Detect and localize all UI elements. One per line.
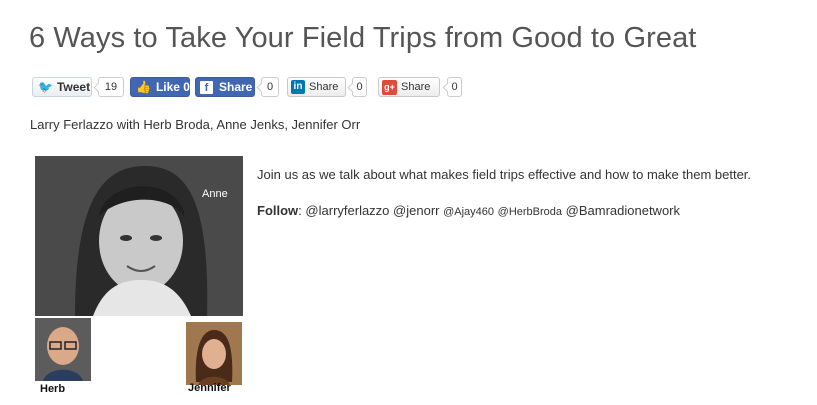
main-guest-photo: Anne [35, 156, 243, 316]
handle-link[interactable]: @jenorr [393, 203, 439, 218]
handle-link[interactable]: @Ajay460 [443, 206, 494, 218]
page-title: 6 Ways to Take Your Field Trips from Goo… [29, 22, 697, 54]
main-photo-caption: Anne [202, 188, 228, 200]
linkedin-in-icon: in [291, 80, 305, 94]
tweet-button[interactable]: 🐦 Tweet [32, 77, 92, 97]
left-portrait-illustration [35, 318, 91, 381]
facebook-share-button[interactable]: f Share [195, 77, 255, 97]
byline: Larry Ferlazzo with Herb Broda, Anne Jen… [30, 117, 361, 132]
like-label: Like 0 [155, 80, 190, 94]
google-plus-share-label: Share [401, 81, 431, 93]
episode-description: Join us as we talk about what makes fiel… [257, 167, 752, 182]
tweet-count: 19 [98, 77, 124, 97]
facebook-share-count: 0 [261, 77, 279, 97]
facebook-f-icon: f [200, 80, 213, 94]
right-photo-caption: Jennifer [188, 382, 231, 394]
thumbs-up-icon: 👍 [136, 80, 151, 94]
follow-colon: : [298, 203, 302, 218]
right-guest-photo [186, 322, 242, 385]
handle-link[interactable]: @Bamradionetwork [566, 203, 680, 218]
handle-link[interactable]: @larryferlazzo [305, 203, 389, 218]
left-photo-caption: Herb [40, 383, 66, 395]
twitter-bird-icon: 🐦 [38, 80, 53, 94]
google-plus-share-count: 0 [447, 77, 462, 97]
guest-photo-collage: Anne Herb Jennifer [35, 156, 243, 396]
linkedin-share-count: 0 [352, 77, 367, 97]
linkedin-share-button[interactable]: in Share [287, 77, 346, 97]
right-portrait-illustration [186, 322, 242, 385]
portrait-illustration [35, 156, 243, 316]
google-plus-share-button[interactable]: g+ Share [378, 77, 440, 97]
tweet-label: Tweet [56, 80, 91, 94]
google-plus-icon: g+ [382, 79, 397, 95]
facebook-like-button[interactable]: 👍 Like 0 [130, 77, 190, 97]
handle-link[interactable]: @HerbBroda [498, 206, 562, 218]
follow-line: Follow: @larryferlazzo @jenorr @Ajay460 … [257, 203, 680, 218]
follow-label: Follow [257, 203, 299, 218]
facebook-share-label: Share [219, 80, 253, 94]
linkedin-share-label: Share [309, 81, 339, 93]
left-guest-photo [35, 318, 91, 381]
